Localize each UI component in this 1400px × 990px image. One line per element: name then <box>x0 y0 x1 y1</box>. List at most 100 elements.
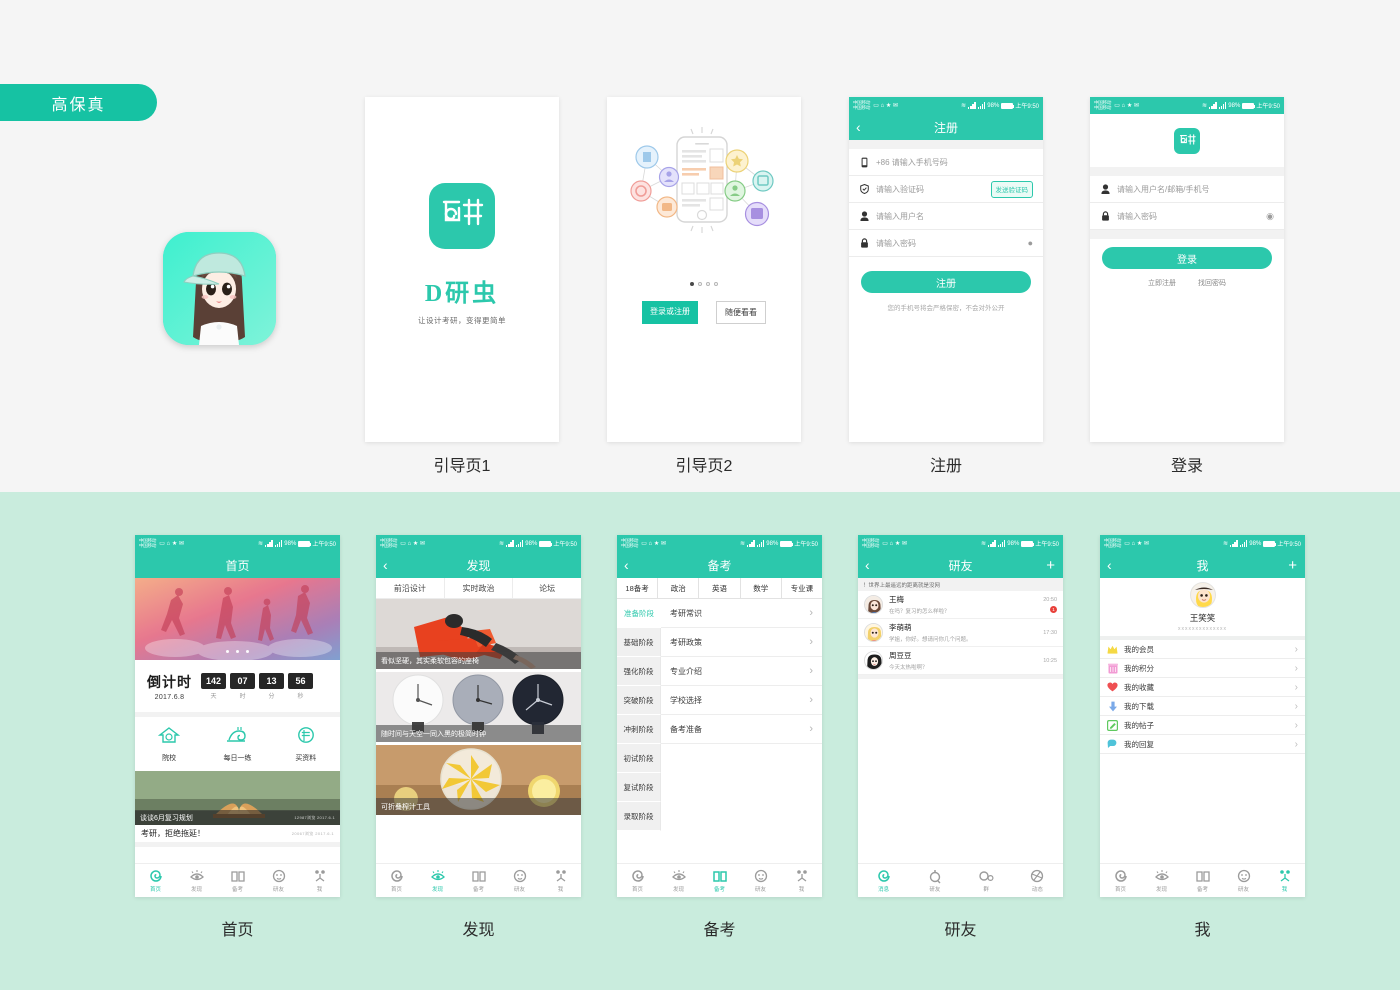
exam-tab-1[interactable]: 政治 <box>658 578 700 598</box>
profile-menu-replies[interactable]: 我的回复 › <box>1100 735 1305 754</box>
tab-discover[interactable]: 发现 <box>417 868 458 893</box>
tab-exam[interactable]: 备考 <box>458 868 499 893</box>
tab-studybuddies[interactable]: 研友 <box>909 868 960 893</box>
home-banner-carousel[interactable] <box>135 578 340 660</box>
login-submit-button[interactable]: 登录 <box>1102 247 1272 269</box>
exam-item-0[interactable]: 考研常识 › <box>661 599 822 628</box>
exam-item-3[interactable]: 学校选择 › <box>661 686 822 715</box>
tab-friends[interactable]: 研友 <box>499 868 540 893</box>
login-or-register-button[interactable]: 登录或注册 <box>642 301 698 324</box>
page-dot[interactable] <box>698 282 702 286</box>
back-chevron-icon[interactable]: ‹ <box>865 558 870 572</box>
tab-discover[interactable]: 发现 <box>176 868 217 893</box>
exam-item-4[interactable]: 备考准备 › <box>661 715 822 744</box>
browse-casually-button[interactable]: 随便看看 <box>716 301 766 324</box>
tab-home[interactable]: 首页 <box>617 868 658 893</box>
tab-profile[interactable]: 我 <box>1264 868 1305 893</box>
page-dot[interactable] <box>690 282 694 286</box>
code-field-row[interactable]: 请输入验证码 发送验证码 <box>849 176 1043 203</box>
login-username-input[interactable]: 请输入用户名/邮箱/手机号 <box>1117 184 1274 195</box>
register-now-link[interactable]: 立即注册 <box>1148 278 1176 288</box>
profile-menu-posts[interactable]: 我的帖子 › <box>1100 716 1305 735</box>
chat-row-1[interactable]: 李萌萌 学姐，你好。想请问你几个问题。 17:30 <box>858 619 1063 647</box>
exam-stage-3[interactable]: 突破阶段 <box>617 686 661 715</box>
tab-exam[interactable]: 备考 <box>217 868 258 893</box>
plus-icon[interactable]: + <box>1046 558 1055 573</box>
page-dot[interactable] <box>714 282 718 286</box>
login-password-row[interactable]: 请输入密码 ◉ <box>1090 203 1284 230</box>
profile-menu-downloads[interactable]: 我的下载 › <box>1100 697 1305 716</box>
phone-field-row[interactable]: +86 请输入手机号码 <box>849 149 1043 176</box>
discover-tab-2[interactable]: 论坛 <box>513 578 581 598</box>
tab-profile[interactable]: 我 <box>299 868 340 893</box>
tab-groups[interactable]: 群 <box>961 868 1012 893</box>
avatar[interactable] <box>1189 582 1216 608</box>
article-row-2[interactable]: 考研，拒绝拖延！ 20067浏览 2017.6.1 <box>135 825 340 847</box>
back-chevron-icon[interactable]: ‹ <box>856 120 861 134</box>
exam-stage-5[interactable]: 初试阶段 <box>617 744 661 773</box>
exam-tab-4[interactable]: 专业课 <box>782 578 822 598</box>
exam-stage-7[interactable]: 录取阶段 <box>617 802 661 831</box>
eye-icon[interactable]: ◉ <box>1266 211 1274 222</box>
username-field-row[interactable]: 请输入用户名 <box>849 203 1043 230</box>
eye-icon[interactable]: ● <box>1028 238 1033 248</box>
exam-stage-2[interactable]: 强化阶段 <box>617 657 661 686</box>
plus-icon[interactable]: + <box>1288 558 1297 573</box>
tab-friends[interactable]: 研友 <box>1223 868 1264 893</box>
tab-friends[interactable]: 研友 <box>258 868 299 893</box>
banner-dots[interactable] <box>135 650 340 653</box>
phone-input[interactable]: +86 请输入手机号码 <box>876 157 1033 168</box>
tab-discover[interactable]: 发现 <box>658 868 699 893</box>
exam-item-2[interactable]: 专业介绍 › <box>661 657 822 686</box>
send-code-button[interactable]: 发送验证码 <box>990 180 1033 198</box>
discover-card-2[interactable]: 可折叠榨汁工具 <box>376 745 581 815</box>
discover-card-1[interactable]: 随时间与天空一同入黑的极简时钟 <box>376 672 581 742</box>
tab-profile[interactable]: 我 <box>540 868 581 893</box>
password-field-row[interactable]: 请输入密码 ● <box>849 230 1043 257</box>
exam-stage-0[interactable]: 准备阶段 <box>617 599 661 628</box>
profile-menu-points[interactable]: 我的积分 › <box>1100 659 1305 678</box>
discover-tab-1[interactable]: 实时政治 <box>445 578 514 598</box>
banner-dot[interactable] <box>226 650 229 653</box>
profile-menu-membership[interactable]: 我的会员 › <box>1100 640 1305 659</box>
quick-link-buy[interactable]: 买资料 <box>272 726 340 763</box>
tab-friends[interactable]: 研友 <box>740 868 781 893</box>
exam-tab-0[interactable]: 18备考 <box>617 578 659 598</box>
verification-code-input[interactable]: 请输入验证码 <box>876 184 984 195</box>
quick-link-practice[interactable]: 每日一练 <box>203 726 271 763</box>
login-username-row[interactable]: 请输入用户名/邮箱/手机号 <box>1090 176 1284 203</box>
tab-home[interactable]: 首页 <box>1100 868 1141 893</box>
discover-tab-0[interactable]: 前沿设计 <box>376 578 445 598</box>
exam-item-1[interactable]: 考研政策 › <box>661 628 822 657</box>
exam-tab-3[interactable]: 数学 <box>741 578 782 598</box>
tab-exam[interactable]: 备考 <box>699 868 740 893</box>
tab-discover[interactable]: 发现 <box>1141 868 1182 893</box>
exam-stage-1[interactable]: 基础阶段 <box>617 628 661 657</box>
discover-card-0[interactable]: 看似坚硬，其实柔软包容的座椅 <box>376 599 581 669</box>
tab-home[interactable]: 首页 <box>135 868 176 893</box>
page-dot[interactable] <box>706 282 710 286</box>
chat-row-2[interactable]: 周豆豆 今天太热啦啊？ 10:25 <box>858 647 1063 675</box>
quick-link-school[interactable]: 院校 <box>135 726 203 763</box>
guide2-page-dots[interactable] <box>607 282 801 286</box>
tab-feed[interactable]: 动态 <box>1012 868 1063 893</box>
tab-home[interactable]: 首页 <box>376 868 417 893</box>
profile-menu-favorites[interactable]: 我的收藏 › <box>1100 678 1305 697</box>
profile-header[interactable]: 王笑笑 xxxxxxxxxxxxxx <box>1100 578 1305 640</box>
banner-dot[interactable] <box>236 650 239 653</box>
article-image-1[interactable]: 谈谈6月复习规划 12987浏览 2017.6.1 <box>135 771 340 825</box>
back-chevron-icon[interactable]: ‹ <box>1107 558 1112 572</box>
tab-exam[interactable]: 备考 <box>1182 868 1223 893</box>
username-input[interactable]: 请输入用户名 <box>876 211 1033 222</box>
back-chevron-icon[interactable]: ‹ <box>383 558 388 572</box>
back-chevron-icon[interactable]: ‹ <box>624 558 629 572</box>
login-password-input[interactable]: 请输入密码 <box>1117 211 1259 222</box>
tab-messages[interactable]: 消息 <box>858 868 909 893</box>
forgot-password-link[interactable]: 找回密码 <box>1198 278 1226 288</box>
banner-dot[interactable] <box>246 650 249 653</box>
exam-tab-2[interactable]: 英语 <box>699 578 741 598</box>
exam-stage-4[interactable]: 冲刺阶段 <box>617 715 661 744</box>
chat-row-0[interactable]: 王梅 在吗？复习的怎么样啦？ 20:50 1 <box>858 591 1063 619</box>
register-submit-button[interactable]: 注册 <box>861 271 1031 293</box>
password-input[interactable]: 请输入密码 <box>876 238 1021 249</box>
